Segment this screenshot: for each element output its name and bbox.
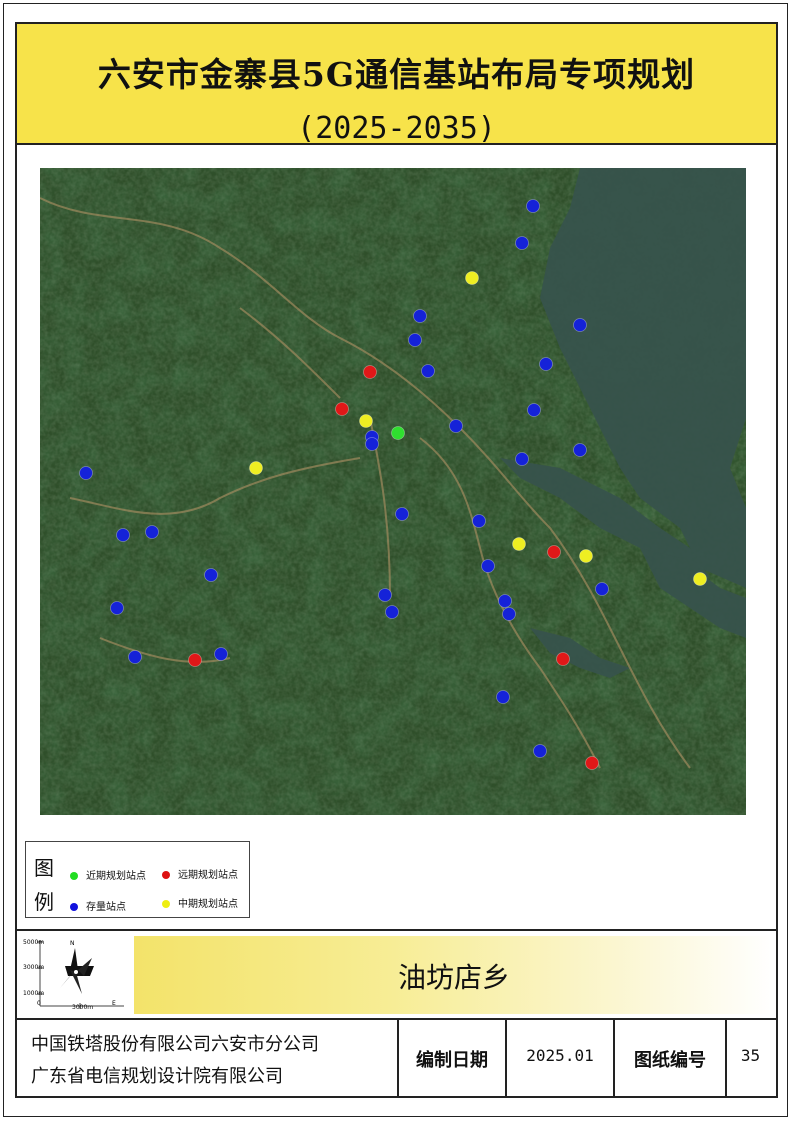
existing-site-marker[interactable] — [395, 507, 409, 521]
section-divider — [17, 929, 776, 931]
yellow-dot-icon — [162, 900, 170, 908]
existing-site-marker[interactable] — [595, 582, 609, 596]
district-name: 油坊店乡 — [397, 961, 510, 994]
organization-cell: 中国铁塔股份有限公司六安市分公司 广东省电信规划设计院有限公司 — [17, 1020, 399, 1096]
sheet-label-cell: 图纸编号 — [615, 1020, 727, 1096]
long-term-site-marker[interactable] — [363, 365, 377, 379]
mid-term-site-marker[interactable] — [512, 537, 526, 551]
title-footer: 中国铁塔股份有限公司六安市分公司 广东省电信规划设计院有限公司 编制日期 202… — [17, 1018, 776, 1096]
legend-item-near-term: 近期规划站点 — [70, 867, 146, 882]
legend-label: 中期规划站点 — [178, 899, 238, 910]
existing-site-marker[interactable] — [378, 588, 392, 602]
date-value-cell: 2025.01 — [507, 1020, 615, 1096]
legend-heading-2: 例 — [34, 890, 54, 914]
sheet-number: 35 — [740, 1046, 761, 1065]
long-term-site-marker[interactable] — [556, 652, 570, 666]
existing-site-marker[interactable] — [214, 647, 228, 661]
existing-site-marker[interactable] — [573, 443, 587, 457]
existing-site-marker[interactable] — [449, 419, 463, 433]
mid-term-site-marker[interactable] — [465, 271, 479, 285]
scale-label: 3000m — [72, 1004, 94, 1011]
existing-site-marker[interactable] — [539, 357, 553, 371]
legend-item-mid-term: 中期规划站点 — [162, 895, 238, 910]
existing-site-marker[interactable] — [526, 199, 540, 213]
map-subtitle: (2025-2035) — [297, 111, 496, 146]
existing-site-marker[interactable] — [498, 594, 512, 608]
existing-site-marker[interactable] — [533, 744, 547, 758]
scale-label: 0 — [37, 1000, 41, 1007]
compass-north-label: N — [70, 940, 75, 947]
long-term-site-marker[interactable] — [547, 545, 561, 559]
blue-dot-icon — [70, 903, 78, 911]
date-label: 编制日期 — [416, 1050, 488, 1071]
legend-label: 远期规划站点 — [178, 870, 238, 881]
existing-site-marker[interactable] — [472, 514, 486, 528]
mid-term-site-marker[interactable] — [579, 549, 593, 563]
existing-site-marker[interactable] — [502, 607, 516, 621]
title-block: 六安市金寨县5G通信基站布局专项规划 (2025-2035) — [17, 24, 776, 145]
mid-term-site-marker[interactable] — [359, 414, 373, 428]
red-dot-icon — [162, 871, 170, 879]
scale-label: 1000m — [23, 990, 45, 997]
existing-site-marker[interactable] — [110, 601, 124, 615]
scale-label: 5000m — [23, 939, 45, 946]
district-band: 油坊店乡 — [134, 936, 774, 1014]
existing-site-marker[interactable] — [116, 528, 130, 542]
existing-site-marker[interactable] — [496, 690, 510, 704]
existing-site-marker[interactable] — [385, 605, 399, 619]
existing-site-marker[interactable] — [408, 333, 422, 347]
existing-site-marker[interactable] — [421, 364, 435, 378]
legend-item-existing: 存量站点 — [70, 898, 126, 913]
long-term-site-marker[interactable] — [585, 756, 599, 770]
existing-site-marker[interactable] — [365, 437, 379, 451]
map-title: 六安市金寨县5G通信基站布局专项规划 — [97, 55, 696, 94]
long-term-site-marker[interactable] — [335, 402, 349, 416]
existing-site-marker[interactable] — [145, 525, 159, 539]
legend-label: 存量站点 — [86, 902, 126, 913]
compass-scale: N 5000m 3000m 1000m 0 3000m E — [20, 936, 130, 1012]
legend-heading-1: 图 — [34, 856, 54, 880]
existing-site-marker[interactable] — [515, 236, 529, 250]
mid-term-site-marker[interactable] — [249, 461, 263, 475]
scale-label: 3000m — [23, 964, 45, 971]
existing-site-marker[interactable] — [413, 309, 427, 323]
date-label-cell: 编制日期 — [399, 1020, 507, 1096]
date-value: 2025.01 — [526, 1046, 594, 1065]
legend-item-long-term: 远期规划站点 — [162, 866, 238, 881]
sheet-value-cell: 35 — [727, 1020, 774, 1096]
green-dot-icon — [70, 872, 78, 880]
organization-1: 中国铁塔股份有限公司六安市分公司 — [31, 1034, 319, 1055]
mid-term-site-marker[interactable] — [693, 572, 707, 586]
existing-site-marker[interactable] — [204, 568, 218, 582]
satellite-map[interactable] — [40, 168, 746, 815]
long-term-site-marker[interactable] — [188, 653, 202, 667]
scale-label: E — [112, 1000, 116, 1007]
sheet-label: 图纸编号 — [634, 1050, 706, 1071]
legend-label: 近期规划站点 — [86, 871, 146, 882]
existing-site-marker[interactable] — [79, 466, 93, 480]
existing-site-marker[interactable] — [573, 318, 587, 332]
legend: 图 例 近期规划站点 远期规划站点 存量站点 中期规划站点 — [25, 841, 250, 918]
existing-site-marker[interactable] — [481, 559, 495, 573]
existing-site-marker[interactable] — [515, 452, 529, 466]
existing-site-marker[interactable] — [128, 650, 142, 664]
existing-site-marker[interactable] — [527, 403, 541, 417]
organization-2: 广东省电信规划设计院有限公司 — [31, 1066, 283, 1087]
near-term-site-marker[interactable] — [391, 426, 405, 440]
